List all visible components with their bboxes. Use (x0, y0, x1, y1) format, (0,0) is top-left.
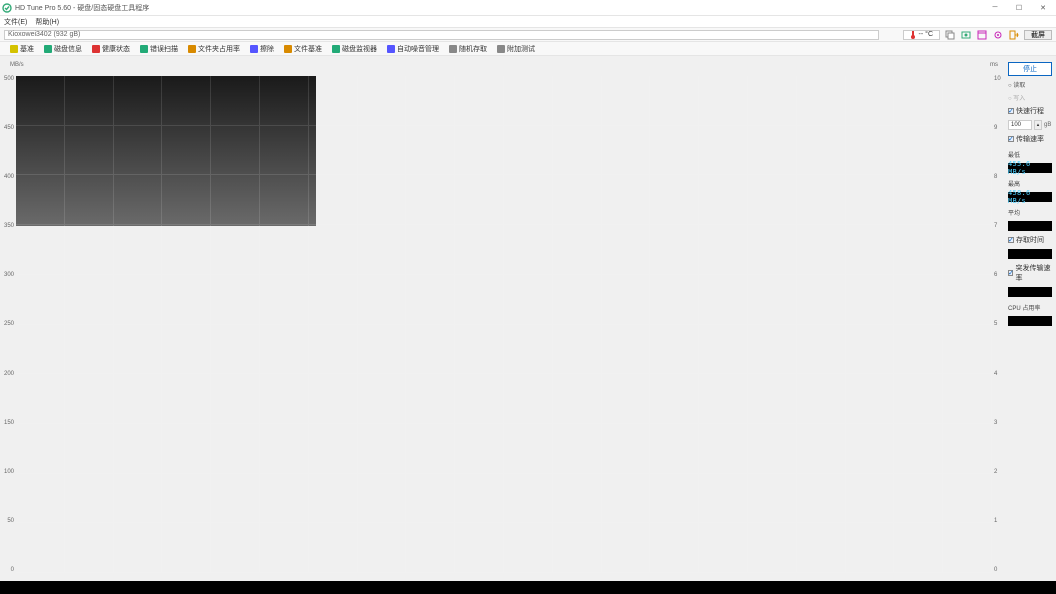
device-select[interactable]: Kioxowei3402 (932 gB) (4, 30, 879, 40)
tab-icon-8 (387, 45, 395, 53)
transfer-rate-checkbox[interactable] (1008, 136, 1014, 142)
maximize-button[interactable]: ☐ (1014, 3, 1024, 13)
short-stroke-spinner[interactable]: ▴ (1034, 120, 1042, 130)
copy-screenshot-button[interactable] (976, 29, 988, 41)
grid-overlay (16, 76, 992, 573)
read-radio[interactable]: ○ 读取 (1008, 80, 1052, 89)
avg-readout (1008, 221, 1052, 231)
transfer-rate-row: 传输速率 (1008, 134, 1052, 144)
device-toolbar: Kioxowei3402 (932 gB) -- °C 截屏 (0, 28, 1056, 42)
exit-button[interactable] (1008, 29, 1020, 41)
bottom-black-bar (0, 581, 1056, 594)
tabbar: 基准磁盘信息健康状态错误扫描文件夹占用率擦除文件基准磁盘监视器自动噪音管理随机存… (0, 42, 1056, 56)
y-axis-right: 109876543210 (994, 76, 1004, 573)
burst-label: 突发传输速率 (1015, 263, 1052, 283)
short-stroke-input[interactable]: 100 (1008, 120, 1032, 130)
cpu-label: CPU 占用率 (1008, 303, 1052, 312)
tab-8[interactable]: 自动噪音管理 (385, 43, 441, 55)
menubar: 文件(E) 帮助(H) (0, 16, 1056, 28)
short-stroke-unit: gB (1044, 122, 1051, 128)
burst-checkbox[interactable] (1008, 270, 1013, 276)
tab-icon-4 (188, 45, 196, 53)
menu-file[interactable]: 文件(E) (4, 17, 27, 27)
max-readout: 458.6 MB/s (1008, 192, 1052, 202)
titlebar: HD Tune Pro 5.60 - 硬盘/固态硬盘工具程序 ─ ☐ ✕ (0, 0, 1056, 16)
tab-icon-6 (284, 45, 292, 53)
tab-icon-10 (497, 45, 505, 53)
tab-icon-9 (449, 45, 457, 53)
short-stroke-row: 快速行程 (1008, 106, 1052, 116)
cpu-readout (1008, 316, 1052, 326)
short-stroke-checkbox[interactable] (1008, 108, 1014, 114)
tab-6[interactable]: 文件基准 (282, 43, 324, 55)
transfer-rate-label: 传输速率 (1016, 134, 1044, 144)
options-button[interactable] (992, 29, 1004, 41)
tab-icon-5 (250, 45, 258, 53)
min-label: 最低 (1008, 150, 1052, 159)
min-readout: 455.6 MB/s (1008, 163, 1052, 173)
tab-icon-7 (332, 45, 340, 53)
temperature-value: -- °C (919, 31, 933, 38)
y-axis-left-title: MB/s (10, 62, 24, 68)
tab-icon-3 (140, 45, 148, 53)
burst-row: 突发传输速率 (1008, 263, 1052, 283)
tab-icon-0 (10, 45, 18, 53)
write-radio: ○ 写入 (1008, 93, 1052, 102)
tab-9[interactable]: 随机存取 (447, 43, 489, 55)
access-time-label: 存取时间 (1016, 235, 1044, 245)
menu-help[interactable]: 帮助(H) (35, 17, 59, 27)
sidebar: 停止 ○ 读取 ○ 写入 快速行程 100 ▴ gB 传输速率 最低 455.6… (1004, 56, 1056, 581)
access-time-readout (1008, 249, 1052, 259)
graph-zone: MB/s ms 500450400350300250200150100500 1… (8, 62, 1000, 575)
y-axis-left: 500450400350300250200150100500 (4, 76, 14, 573)
tab-4[interactable]: 文件夹占用率 (186, 43, 242, 55)
save-screenshot-button[interactable] (960, 29, 972, 41)
access-time-row: 存取时间 (1008, 235, 1052, 245)
tab-2[interactable]: 健康状态 (90, 43, 132, 55)
minimize-button[interactable]: ─ (990, 3, 1000, 13)
tab-icon-1 (44, 45, 52, 53)
avg-label: 平均 (1008, 208, 1052, 217)
max-label: 最高 (1008, 179, 1052, 188)
y-axis-right-title: ms (990, 62, 998, 68)
tab-1[interactable]: 磁盘信息 (42, 43, 84, 55)
burst-readout (1008, 287, 1052, 297)
window-title: HD Tune Pro 5.60 - 硬盘/固态硬盘工具程序 (15, 3, 990, 13)
device-name: Kioxowei3402 (932 gB) (8, 31, 80, 38)
access-time-checkbox[interactable] (1008, 237, 1014, 243)
close-button[interactable]: ✕ (1038, 3, 1048, 13)
screenshot-button[interactable]: 截屏 (1024, 30, 1052, 40)
tab-0[interactable]: 基准 (8, 43, 36, 55)
short-stroke-label: 快速行程 (1016, 106, 1044, 116)
tab-icon-2 (92, 45, 100, 53)
tab-3[interactable]: 错误扫描 (138, 43, 180, 55)
window-controls: ─ ☐ ✕ (990, 3, 1048, 13)
content-area: MB/s ms 500450400350300250200150100500 1… (0, 56, 1056, 581)
temperature-chip: -- °C (903, 30, 940, 40)
tab-10[interactable]: 附加测试 (495, 43, 537, 55)
thermometer-icon (910, 31, 916, 39)
tab-7[interactable]: 磁盘监视器 (330, 43, 379, 55)
start-stop-button[interactable]: 停止 (1008, 62, 1052, 76)
copy-info-button[interactable] (944, 29, 956, 41)
tab-5[interactable]: 擦除 (248, 43, 276, 55)
app-icon (2, 3, 12, 13)
